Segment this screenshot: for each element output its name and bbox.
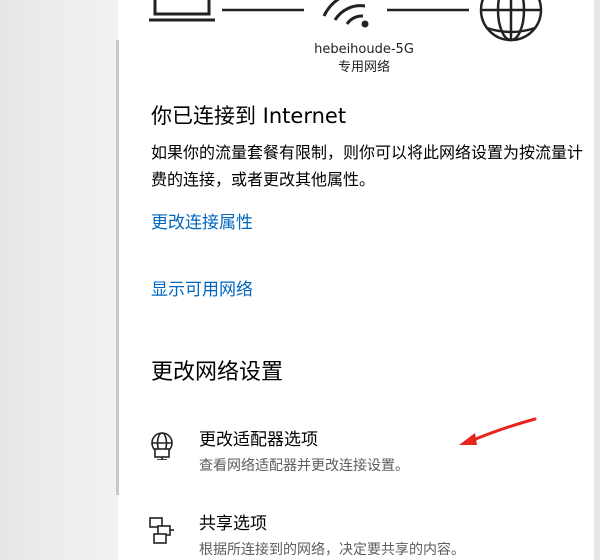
change-connection-properties-link[interactable]: 更改连接属性 [151,211,253,235]
network-ssid: hebeihoude-5G [314,42,414,57]
sharing-options-item[interactable]: 共享选项 根据所连接到的网络，决定要共享的内容。 [149,512,589,560]
description-line-2: 费的连接，或者更改其他属性。 [151,170,376,189]
globe-icon [479,0,543,42]
sharing-options-description: 根据所连接到的网络，决定要共享的内容。 [199,542,465,558]
network-adapter-icon [151,432,173,460]
network-profile: 专用网络 [337,60,390,75]
description-line-1: 如果你的流量套餐有限制，则你可以将此网络设置为按流量计 [151,143,584,162]
network-status-page: hebeihoude-5G 专用网络 你已连接到 Internet 如果你的流量… [119,0,594,560]
adapter-options-title: 更改适配器选项 [199,430,318,450]
connection-status-description: 如果你的流量套餐有限制，则你可以将此网络设置为按流量计 费的连接，或者更改其他属… [151,139,600,193]
computer-icon [149,0,215,22]
sharing-options-title: 共享选项 [199,514,267,534]
adapter-options-description: 查看网络适配器并更改连接设置。 [199,458,409,474]
window-edge [594,0,600,560]
show-available-networks-link[interactable]: 显示可用网络 [151,278,253,302]
connection-status-title: 你已连接到 Internet [151,104,347,128]
change-network-settings-heading: 更改网络设置 [151,360,284,385]
sharing-icon [149,517,174,544]
network-connection-diagram: hebeihoude-5G 专用网络 [119,0,594,90]
settings-sidebar [0,0,118,560]
wifi-icon [322,0,369,28]
annotation-arrow-icon [459,417,537,445]
